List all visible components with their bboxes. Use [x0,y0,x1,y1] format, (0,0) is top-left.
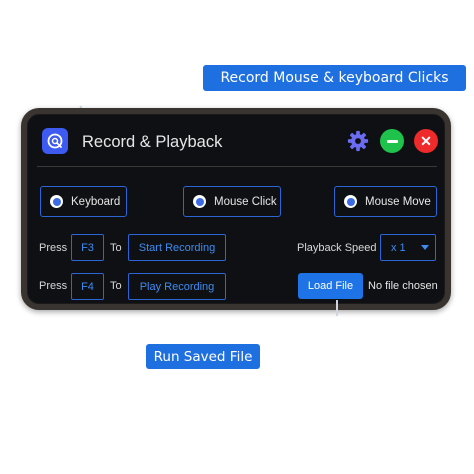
press-label-record: Press [39,242,68,254]
playback-speed-label: Playback Speed [297,242,377,254]
mode-keyboard-label: Keyboard [71,195,121,208]
app-window: Record & Playback ✕ Keyboard Mouse Click [21,108,451,310]
radio-dot-icon [344,195,357,208]
playback-speed-value: x 1 [391,241,406,254]
minimize-icon [386,139,398,143]
mode-mouse-click-radio[interactable]: Mouse Click [183,186,281,217]
close-icon: ✕ [420,132,432,149]
file-status-label: No file chosen [368,280,438,292]
app-title: Record & Playback [82,133,223,151]
press-label-play: Press [39,280,68,292]
start-recording-field[interactable]: Start Recording [128,234,226,261]
mode-mouse-click-label: Mouse Click [214,195,277,208]
mode-mouse-move-radio[interactable]: Mouse Move [334,186,437,217]
to-label-record: To [110,242,122,254]
record-hotkey-field[interactable]: F3 [71,234,104,261]
gear-icon[interactable] [347,130,369,152]
playback-speed-select[interactable]: x 1 [380,234,436,261]
load-file-button[interactable]: Load File [298,273,363,299]
title-divider [37,166,437,167]
callout-record-mouse-keyboard: Record Mouse & keyboard Clicks [203,65,466,91]
record-playback-icon [42,128,68,154]
minimize-button[interactable] [380,129,404,153]
chevron-down-icon [421,245,429,250]
close-button[interactable]: ✕ [414,129,438,153]
radio-dot-icon [193,195,206,208]
mode-keyboard-radio[interactable]: Keyboard [40,186,127,217]
play-recording-field[interactable]: Play Recording [128,273,226,300]
callout-leader-line [336,300,338,316]
radio-dot-icon [50,195,63,208]
to-label-play: To [110,280,122,292]
callout-run-saved-file: Run Saved File [146,344,260,369]
mode-mouse-move-label: Mouse Move [365,195,431,208]
play-hotkey-field[interactable]: F4 [71,273,104,300]
